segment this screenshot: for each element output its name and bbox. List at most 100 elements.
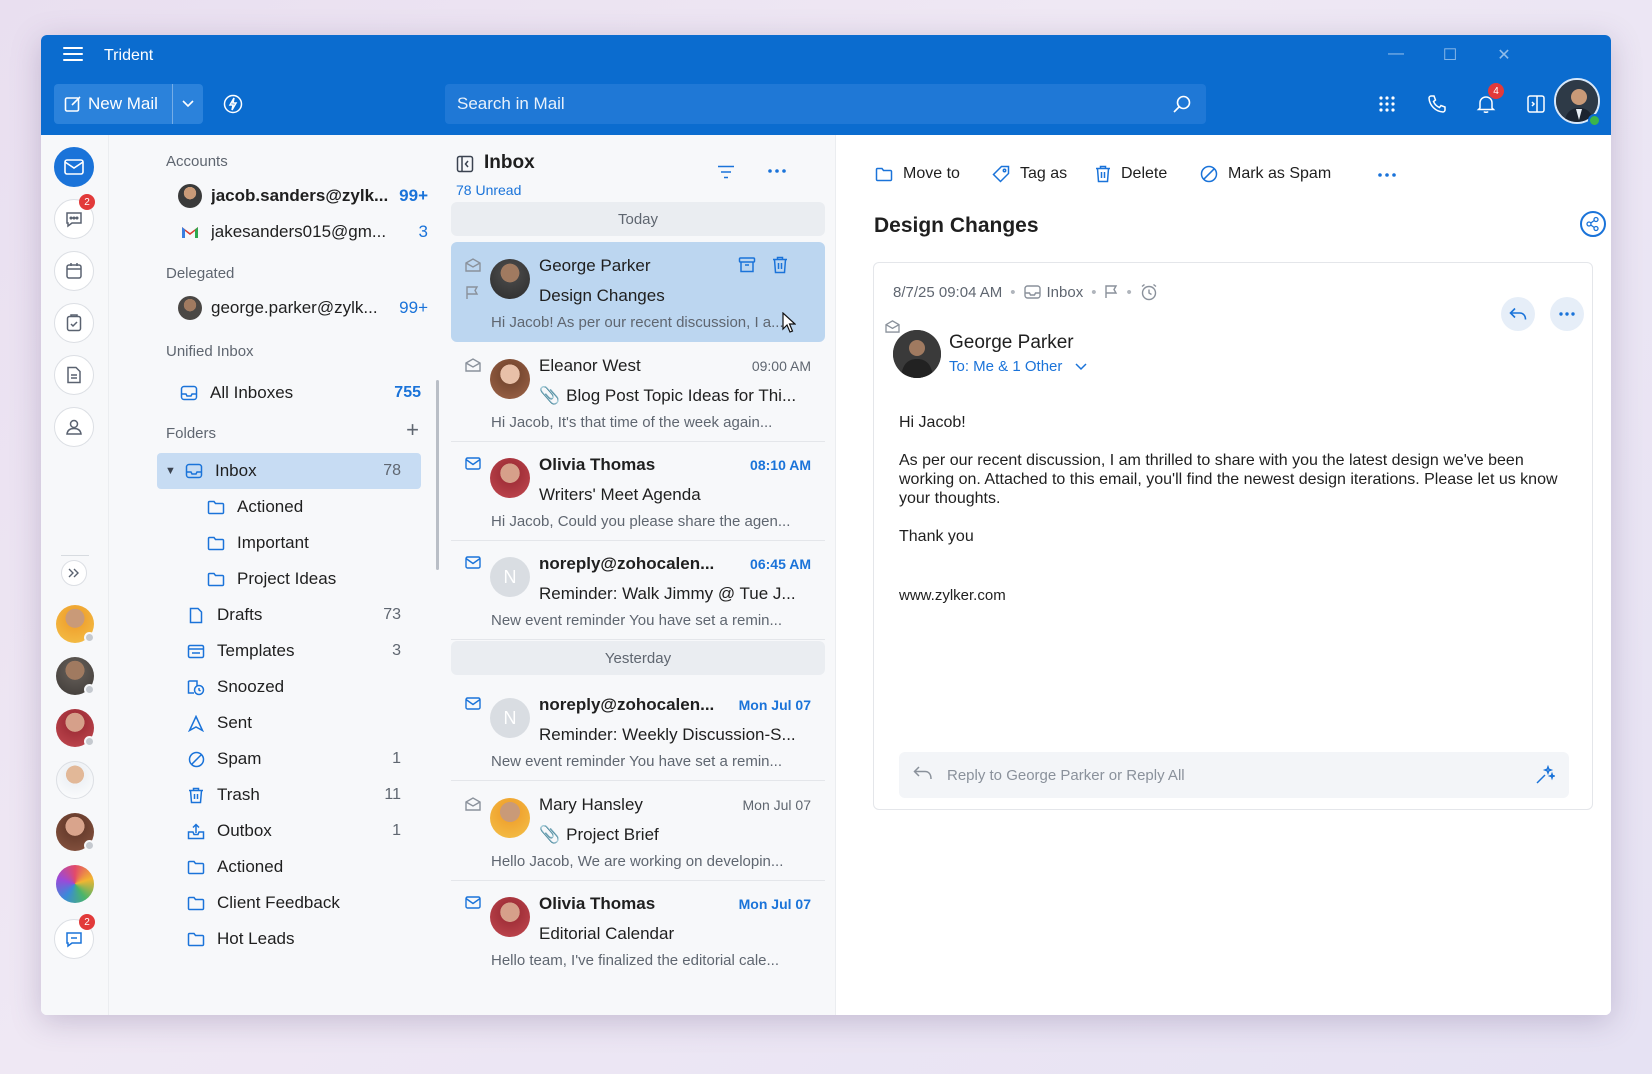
folder-item-project-ideas[interactable]: Project Ideas [205,561,421,597]
archive-icon[interactable] [738,256,756,274]
folder-item-sent[interactable]: Sent [185,705,421,741]
folder-label: Drafts [217,605,263,624]
folder-item-spam[interactable]: Spam 1 [185,741,421,777]
envelope-open-icon[interactable] [465,258,481,272]
new-mail-button[interactable]: New Mail [54,84,172,124]
body-link[interactable]: www.zylker.com [899,586,1559,605]
message-time: 09:00 AM [751,358,811,374]
message-subject: Writers' Meet Agenda [539,485,809,505]
folders-section-title: Folders [166,425,217,442]
envelope-icon[interactable] [465,697,481,710]
message-time: Mon Jul 07 [742,797,811,813]
folder-item-actioned[interactable]: Actioned [205,489,421,525]
folder-label: Actioned [237,497,304,516]
flag-icon[interactable] [465,286,479,300]
ai-sparkle-icon[interactable] [1535,765,1555,785]
all-inboxes-item[interactable]: All Inboxes 755 [178,375,421,411]
body-closing: Thank you [899,528,974,545]
message-item[interactable]: George Parker Design Changes Hi Jacob! A… [451,242,825,342]
envelope-open-icon[interactable] [465,797,481,811]
move-to-button[interactable]: Move to [875,160,960,188]
message-preview: New event reminder You have set a remin.… [491,612,782,629]
rail-contacts-button[interactable] [54,407,94,447]
folder-item-hot-leads[interactable]: Hot Leads [185,921,421,957]
recipients-toggle[interactable]: To: Me & 1 Other [949,358,1087,375]
close-window-button[interactable]: ✕ [1489,45,1519,65]
rail-chat-button[interactable]: 2 [54,194,95,239]
notifications-button[interactable]: 4 [1466,83,1506,124]
rail-expand-button[interactable] [61,560,87,586]
share-button[interactable] [1580,211,1606,237]
recipients-label: To: Me & 1 Other [949,358,1063,375]
folder-label: Actioned [217,857,284,876]
message-item[interactable]: Mary Hansley Mon Jul 07 📎 Project Brief H… [451,781,825,881]
folder-item-snoozed[interactable]: Snoozed [185,669,421,705]
message-more-button[interactable] [1550,297,1584,331]
folder-item-important[interactable]: Important [205,525,421,561]
message-item[interactable]: Olivia Thomas 08:10 AM Writers' Meet Age… [451,441,825,541]
unread-count[interactable]: 78 Unread [456,182,521,198]
sender-avatar [490,359,530,399]
filter-icon[interactable] [717,165,735,179]
message-item[interactable]: N noreply@zohocalen... Mon Jul 07 Remind… [451,681,825,781]
email-folder[interactable]: Inbox [1047,284,1084,301]
search-input[interactable]: Search in Mail [445,84,1206,124]
envelope-open-icon[interactable] [885,320,900,333]
minimize-button[interactable]: — [1381,45,1411,63]
more-options-icon[interactable] [768,169,786,173]
account-item[interactable]: jakesanders015@gm... 3 [178,217,428,247]
folder-item-templates[interactable]: Templates 3 [185,633,421,669]
rail-mail-button[interactable] [54,147,94,187]
collapse-pane-icon[interactable] [456,155,474,173]
presence-away-dot [84,840,95,851]
rail-calendar-button[interactable] [54,251,94,291]
rail-group-avatar[interactable] [56,865,94,903]
message-subject-text: Reminder: Walk Jimmy @ Tue J... [539,584,796,603]
body-paragraph: As per our recent discussion, I am thril… [899,452,1558,507]
reply-button[interactable] [1501,297,1535,331]
envelope-icon[interactable] [465,896,481,909]
apps-grid-button[interactable] [1367,84,1407,124]
rail-tasks-button[interactable] [54,303,94,343]
more-options-icon[interactable] [1378,173,1396,177]
folder-item-client-feedback[interactable]: Client Feedback [185,885,421,921]
mark-as-spam-button[interactable]: Mark as Spam [1200,160,1331,188]
chevron-down-icon[interactable]: ▼ [165,465,179,477]
envelope-open-icon[interactable] [465,358,481,372]
folder-icon [185,857,207,877]
delete-icon[interactable] [772,256,788,274]
folder-item-drafts[interactable]: Drafts 73 [185,597,421,633]
sender-avatar [490,259,530,299]
folder-item-trash[interactable]: Trash 11 [185,777,421,813]
hamburger-menu-icon[interactable] [63,47,83,63]
phone-button[interactable] [1417,84,1457,124]
rail-notes-button[interactable] [54,355,94,395]
folder-item-inbox[interactable]: ▼ Inbox 78 [157,453,421,489]
panel-toggle-button[interactable] [1516,84,1556,124]
envelope-icon[interactable] [465,556,481,569]
delete-button[interactable]: Delete [1095,160,1167,188]
message-subject-text: Design Changes [539,286,665,305]
delegated-account-item[interactable]: george.parker@zylk... 99+ [178,293,428,323]
add-folder-icon[interactable]: + [406,417,419,443]
rail-contact-avatar[interactable] [56,761,94,799]
quick-reply-input[interactable]: Reply to George Parker or Reply All [899,752,1569,798]
message-preview: Hi Jacob! As per our recent discussion, … [491,314,784,331]
account-item[interactable]: jacob.sanders@zylk... 99+ [178,181,428,211]
alarm-clock-icon[interactable] [1140,283,1158,301]
message-item[interactable]: N noreply@zohocalen... 06:45 AM Reminder… [451,540,825,640]
new-mail-dropdown[interactable] [173,84,203,124]
message-item[interactable]: Olivia Thomas Mon Jul 07 Editorial Calen… [451,880,825,980]
flag-icon[interactable] [1104,285,1118,299]
folder-item-outbox[interactable]: Outbox 1 [185,813,421,849]
sender-name[interactable]: George Parker [949,332,1074,354]
folder-item-actioned-2[interactable]: Actioned [185,849,421,885]
rail-feedback-button[interactable]: 2 [54,914,95,959]
folder-label: Important [237,533,309,552]
envelope-icon[interactable] [465,457,481,470]
tag-as-button[interactable]: Tag as [992,160,1067,188]
message-item[interactable]: Eleanor West 09:00 AM 📎 Blog Post Topic I… [451,342,825,442]
quick-actions-button[interactable] [213,84,253,124]
maximize-button[interactable]: ☐ [1435,45,1465,65]
search-icon[interactable] [1172,94,1192,114]
